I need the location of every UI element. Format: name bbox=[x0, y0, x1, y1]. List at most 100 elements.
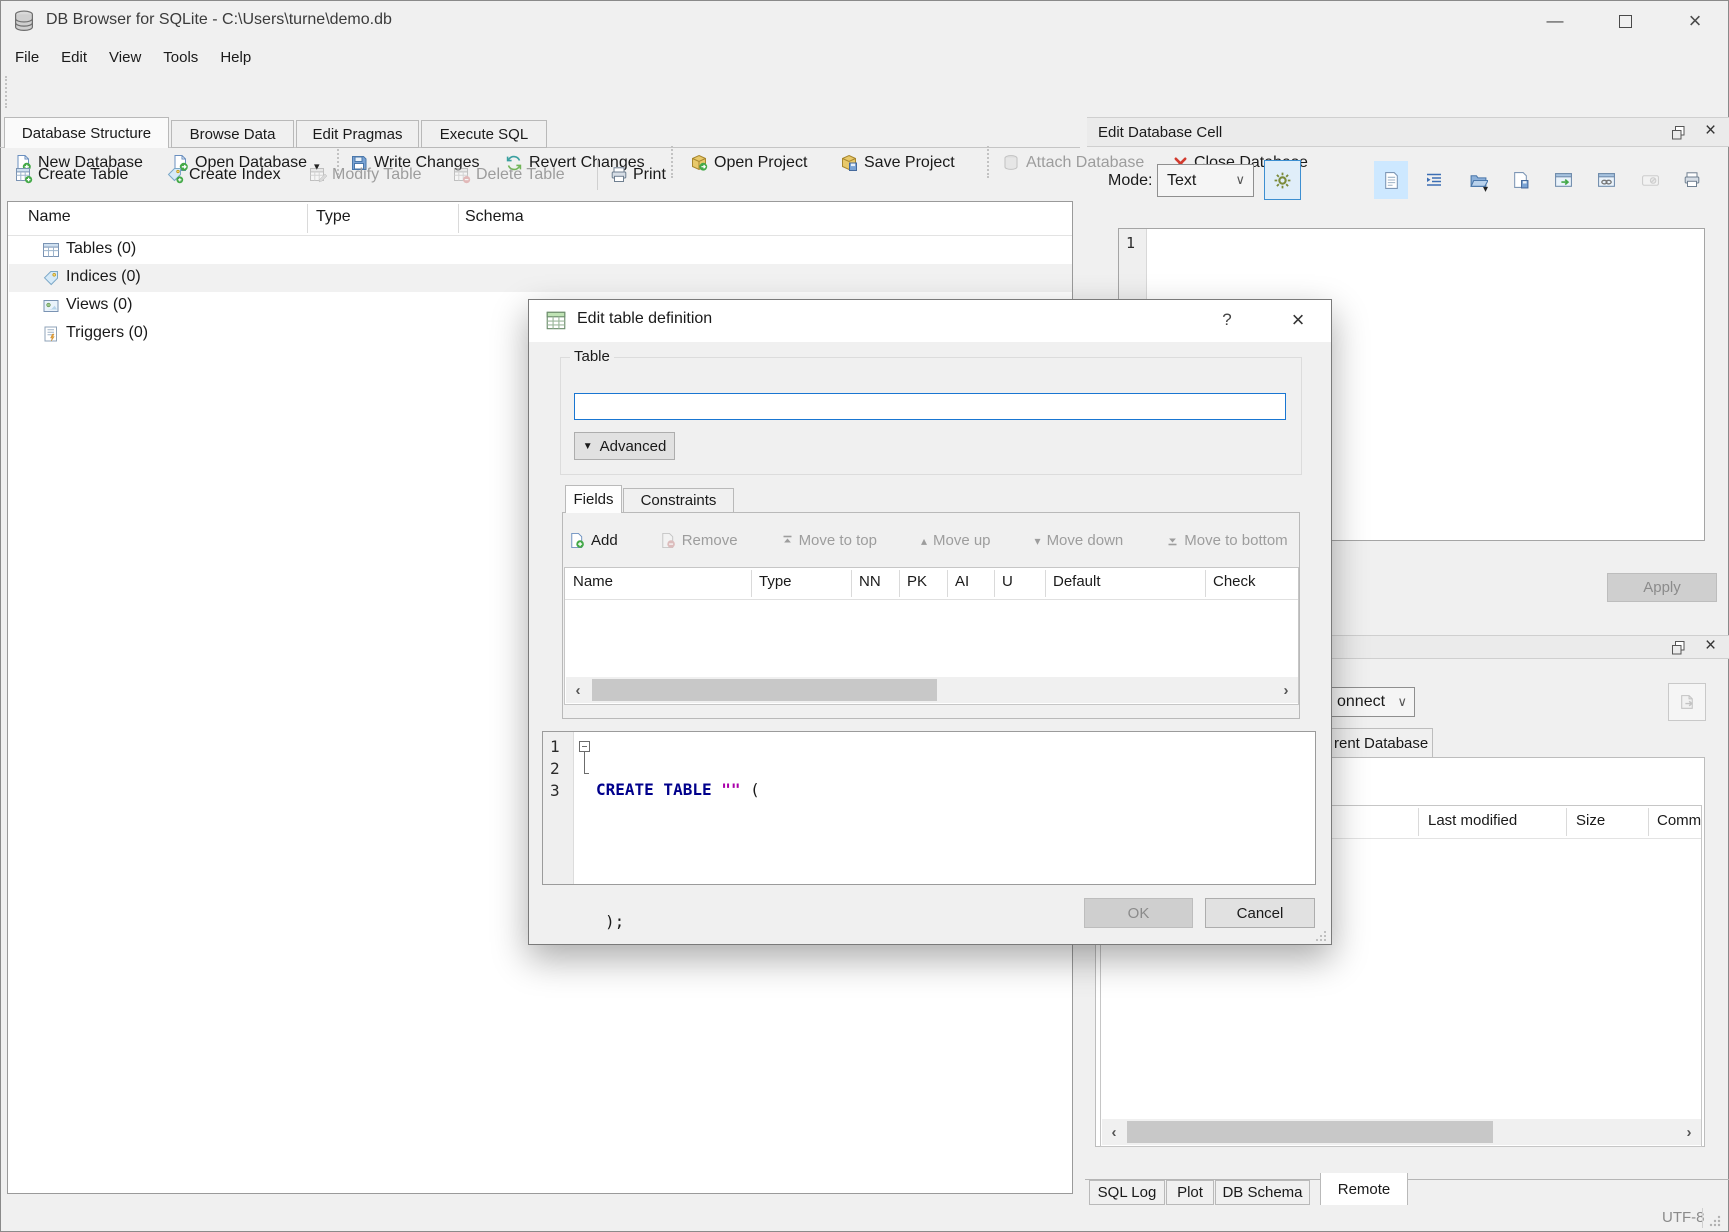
remote-clone-button[interactable] bbox=[1668, 683, 1706, 721]
tab-database-structure[interactable]: Database Structure bbox=[4, 117, 169, 148]
tab-execute-sql[interactable]: Execute SQL bbox=[421, 120, 547, 148]
app-window: DB Browser for SQLite - C:\Users\turne\d… bbox=[0, 0, 1729, 1232]
tree-row-indices[interactable]: Indices (0) bbox=[9, 264, 1072, 292]
remove-field-button[interactable]: Remove bbox=[659, 532, 738, 549]
set-null-button[interactable] bbox=[1633, 161, 1667, 199]
dialog-titlebar: Edit table definition ? × bbox=[529, 300, 1331, 342]
move-to-top-button[interactable]: Move to top bbox=[782, 532, 877, 549]
dialog-tab-constraints[interactable]: Constraints bbox=[623, 488, 734, 513]
menu-view[interactable]: View bbox=[98, 47, 152, 68]
export-data-button[interactable] bbox=[1503, 161, 1537, 199]
ok-button[interactable]: OK bbox=[1084, 898, 1193, 928]
sql-keyword: CREATE TABLE bbox=[596, 780, 712, 799]
col-name[interactable]: Name bbox=[573, 573, 613, 590]
import-dropdown-arrow[interactable]: ▾ bbox=[1483, 184, 1488, 195]
tree-row-tables[interactable]: Tables (0) bbox=[9, 236, 1072, 264]
move-to-bottom-button[interactable]: Move to bottom bbox=[1167, 532, 1287, 549]
tab-db-schema[interactable]: DB Schema bbox=[1215, 1180, 1310, 1205]
remote-column-size[interactable]: Size bbox=[1576, 812, 1605, 829]
import-data-button[interactable]: ▾ bbox=[1461, 161, 1495, 199]
dialog-close-button[interactable]: × bbox=[1281, 305, 1315, 335]
open-in-external-button[interactable] bbox=[1546, 161, 1580, 199]
create-table-button[interactable]: Create Table bbox=[15, 158, 128, 192]
scroll-right-icon[interactable]: › bbox=[1677, 1124, 1701, 1141]
tab-label: Execute SQL bbox=[440, 126, 528, 143]
dialog-resize-grip-icon[interactable] bbox=[1315, 930, 1327, 942]
tab-edit-pragmas[interactable]: Edit Pragmas bbox=[296, 120, 419, 148]
link-button[interactable] bbox=[1589, 161, 1623, 199]
col-check[interactable]: Check bbox=[1213, 573, 1256, 590]
cancel-button[interactable]: Cancel bbox=[1205, 898, 1315, 928]
move-down-button[interactable]: ▾ Move down bbox=[1035, 532, 1124, 549]
scrollbar-thumb[interactable] bbox=[1127, 1121, 1493, 1143]
delete-table-button[interactable]: Delete Table bbox=[453, 158, 565, 192]
close-button[interactable]: × bbox=[1664, 0, 1726, 42]
dock-close-icon[interactable]: × bbox=[1705, 120, 1716, 142]
menu-help[interactable]: Help bbox=[209, 47, 262, 68]
add-label: Add bbox=[591, 532, 618, 549]
menu-tools[interactable]: Tools bbox=[152, 47, 209, 68]
modify-table-button[interactable]: Modify Table bbox=[309, 158, 422, 192]
col-u[interactable]: U bbox=[1002, 573, 1013, 590]
scrollbar-thumb[interactable] bbox=[592, 679, 937, 701]
remote-h-scrollbar[interactable]: ‹ › bbox=[1102, 1119, 1701, 1145]
print-cell-button[interactable] bbox=[1675, 161, 1709, 199]
col-type[interactable]: Type bbox=[759, 573, 792, 590]
create-index-button[interactable]: Create Index bbox=[166, 158, 281, 192]
column-separator bbox=[851, 570, 852, 597]
mode-select[interactable]: Text ∨ bbox=[1157, 164, 1254, 197]
tree-header: Name Type Schema bbox=[8, 202, 1072, 236]
apply-button[interactable]: Apply bbox=[1607, 573, 1717, 602]
text-mode-button[interactable] bbox=[1374, 161, 1408, 199]
tree-row-label: Tables (0) bbox=[66, 240, 136, 258]
advanced-button[interactable]: ▼ Advanced bbox=[574, 432, 675, 460]
move-up-button[interactable]: ▴ Move up bbox=[921, 532, 991, 549]
add-field-button[interactable]: Add bbox=[568, 532, 618, 549]
fields-table: Name Type NN PK AI U Default Check ‹ › bbox=[564, 567, 1299, 705]
save-project-button[interactable]: Save Project bbox=[840, 146, 955, 180]
col-default[interactable]: Default bbox=[1053, 573, 1101, 590]
delete-table-icon bbox=[453, 166, 471, 184]
remote-column-commit[interactable]: Comm bbox=[1657, 812, 1701, 829]
tab-plot[interactable]: Plot bbox=[1166, 1180, 1214, 1205]
col-nn[interactable]: NN bbox=[859, 573, 881, 590]
fields-h-scrollbar[interactable]: ‹ › bbox=[566, 677, 1298, 703]
dock-float-icon[interactable] bbox=[1670, 639, 1687, 656]
scroll-left-icon[interactable]: ‹ bbox=[1102, 1124, 1126, 1141]
tab-browse-data[interactable]: Browse Data bbox=[171, 120, 294, 148]
auto-apply-gear-button[interactable] bbox=[1264, 160, 1301, 200]
menu-edit[interactable]: Edit bbox=[50, 47, 98, 68]
scroll-left-icon[interactable]: ‹ bbox=[566, 682, 590, 699]
dock-close-icon[interactable]: × bbox=[1705, 635, 1716, 657]
column-separator bbox=[994, 570, 995, 597]
maximize-button[interactable] bbox=[1594, 0, 1656, 42]
tree-column-type[interactable]: Type bbox=[316, 208, 351, 226]
menu-file[interactable]: File bbox=[4, 47, 50, 68]
scroll-right-icon[interactable]: › bbox=[1274, 682, 1298, 699]
toolbar-separator bbox=[671, 146, 673, 178]
tree-column-name[interactable]: Name bbox=[28, 208, 71, 226]
tree-column-schema[interactable]: Schema bbox=[465, 208, 524, 226]
word-wrap-button[interactable] bbox=[1417, 161, 1451, 199]
fold-marker-icon[interactable] bbox=[579, 741, 590, 752]
remote-column-last-modified[interactable]: Last modified bbox=[1428, 812, 1517, 829]
table-name-input[interactable] bbox=[574, 393, 1286, 420]
column-separator bbox=[1205, 570, 1206, 597]
dialog-tab-fields[interactable]: Fields bbox=[565, 485, 622, 513]
col-pk[interactable]: PK bbox=[907, 573, 927, 590]
dialog-help-button[interactable]: ? bbox=[1211, 305, 1243, 335]
attach-database-label: Attach Database bbox=[1026, 154, 1144, 172]
main-toolbar: New Database Open Database ▾ Write Chang… bbox=[0, 70, 1729, 114]
tab-sql-log[interactable]: SQL Log bbox=[1089, 1180, 1165, 1205]
encoding-status[interactable]: UTF-8 bbox=[1662, 1209, 1705, 1226]
move-to-bottom-icon bbox=[1167, 535, 1178, 546]
print-button[interactable]: Print bbox=[610, 158, 666, 192]
resize-grip-icon[interactable] bbox=[1708, 1214, 1722, 1228]
tab-label: Fields bbox=[573, 491, 613, 508]
minimize-button[interactable]: — bbox=[1524, 0, 1586, 42]
col-ai[interactable]: AI bbox=[955, 573, 969, 590]
sql-preview-editor[interactable]: 1 2 3 CREATE TABLE "" ( ); bbox=[542, 731, 1316, 885]
tab-remote[interactable]: Remote bbox=[1320, 1173, 1408, 1205]
dock-float-icon[interactable] bbox=[1670, 124, 1687, 141]
open-project-button[interactable]: Open Project bbox=[690, 146, 807, 180]
